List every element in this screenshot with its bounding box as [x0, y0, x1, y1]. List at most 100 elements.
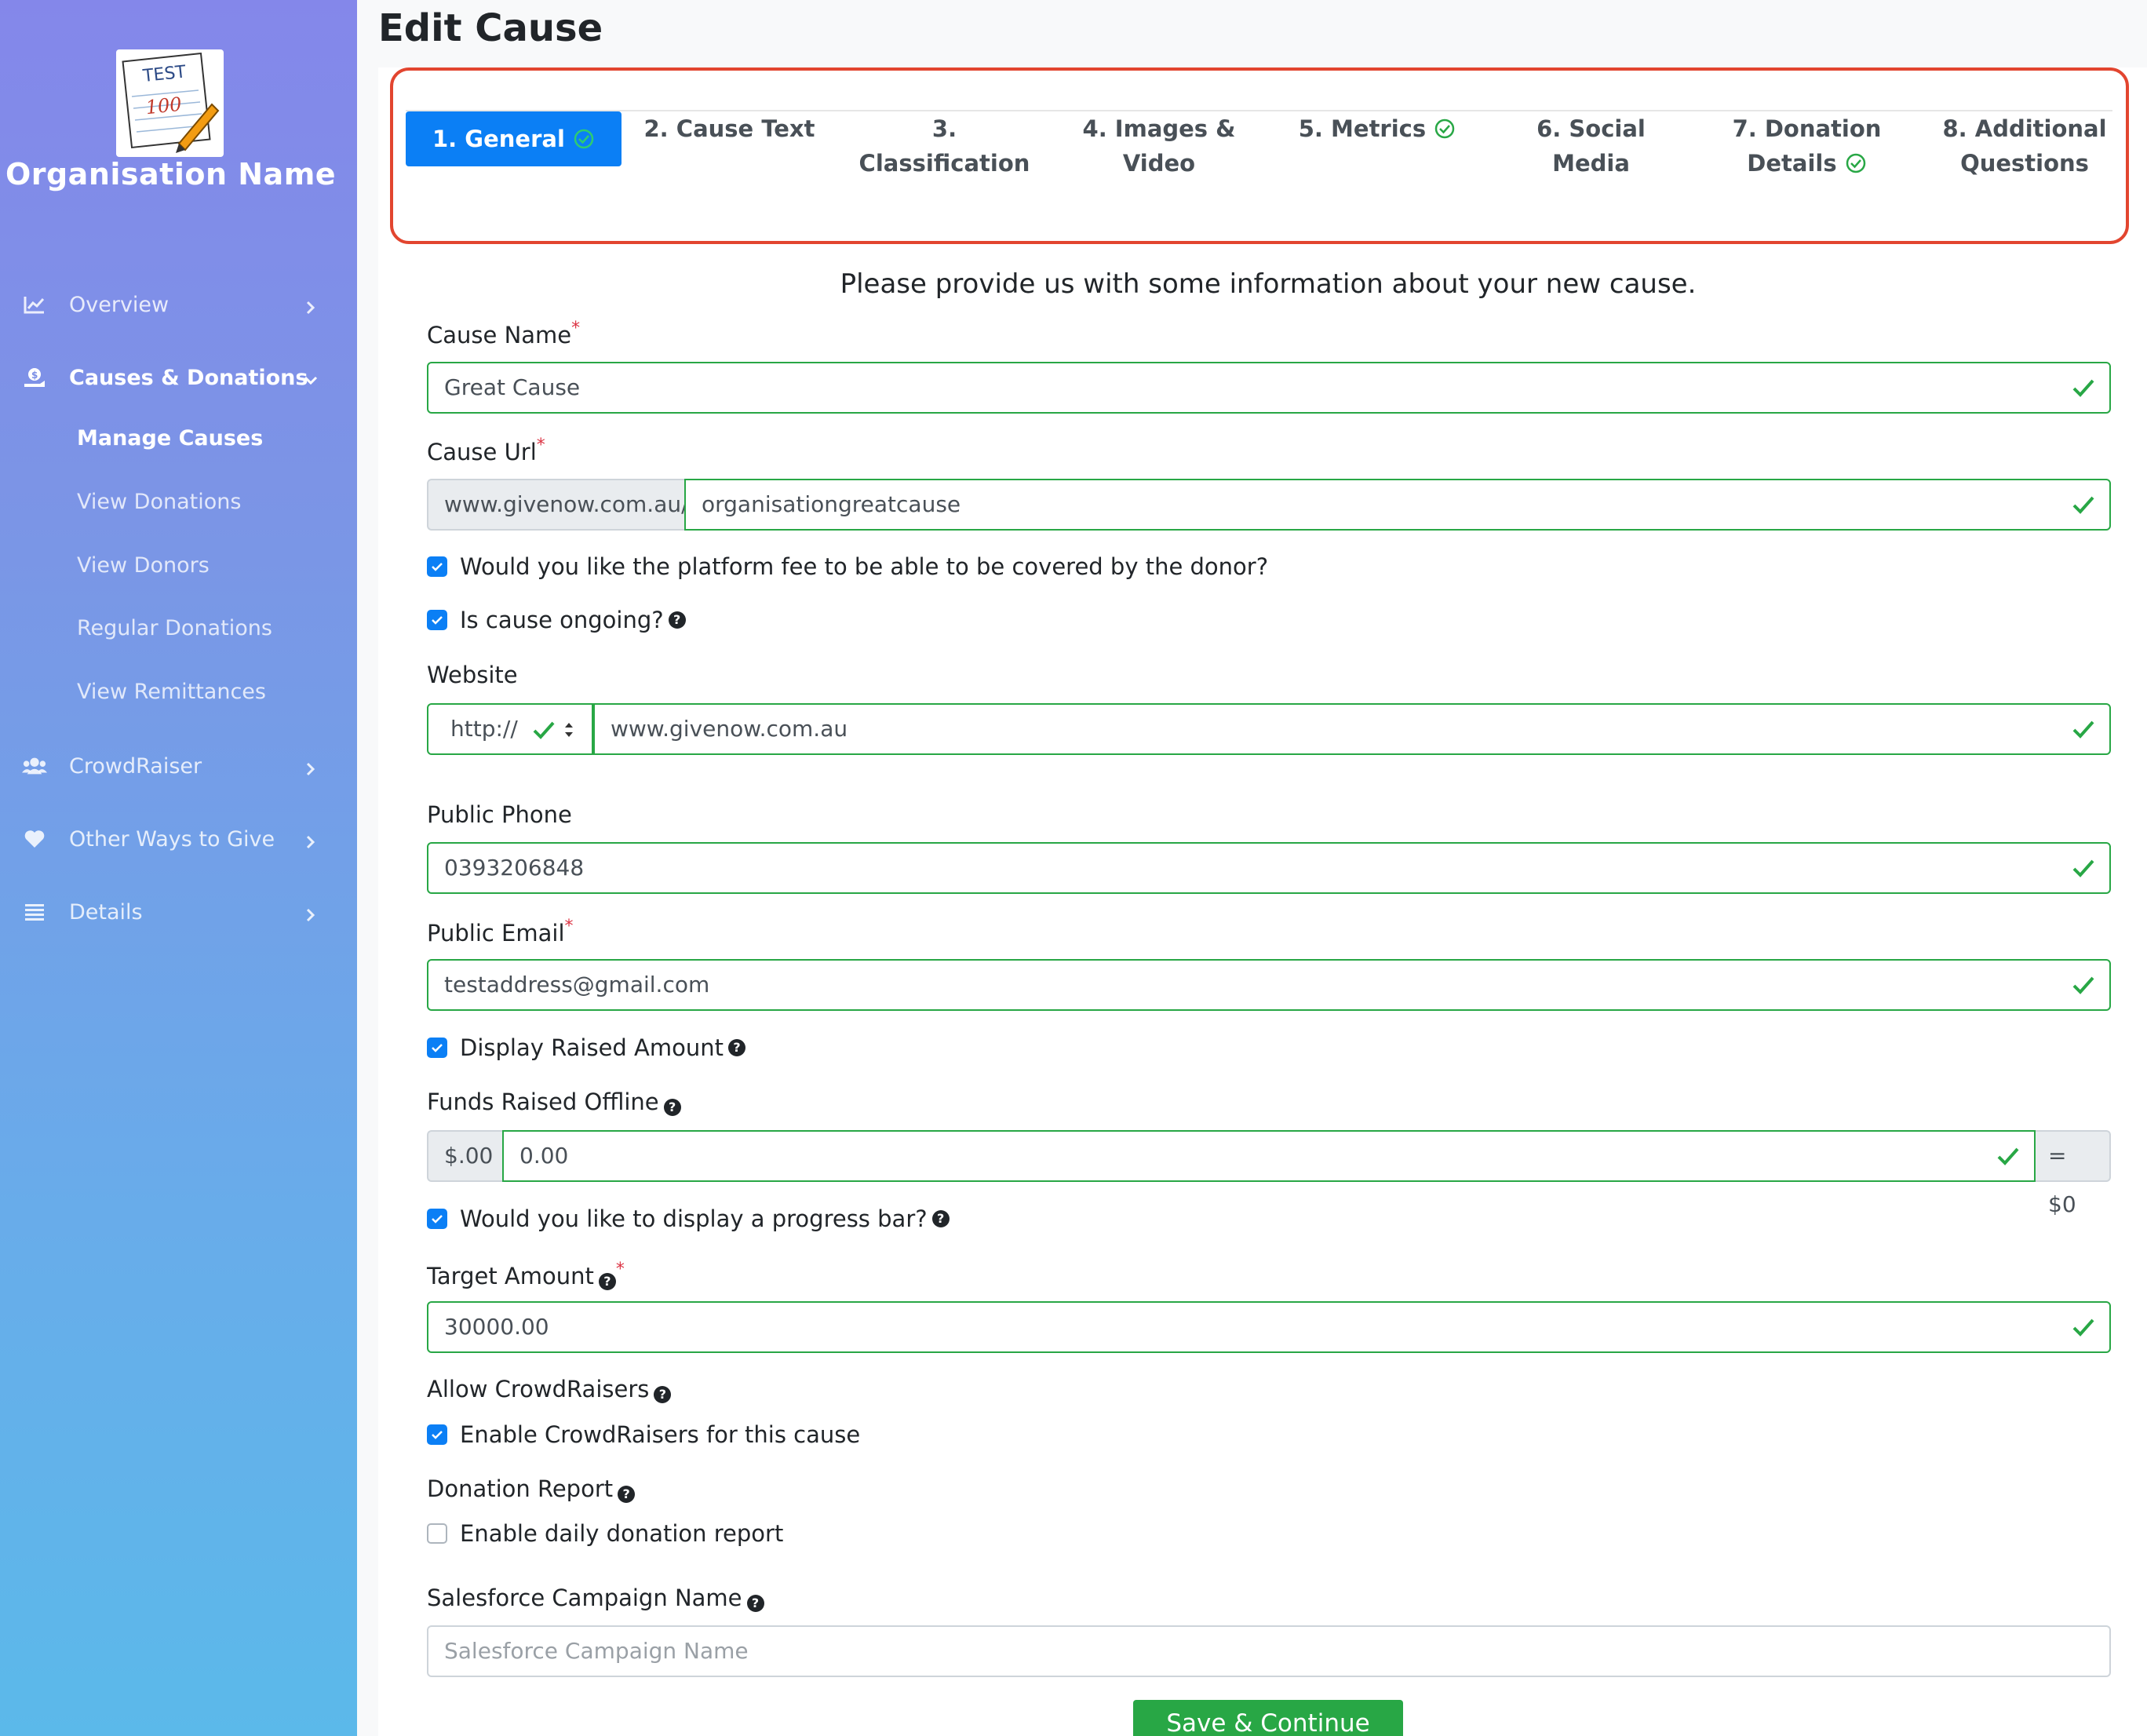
chevron-right-icon	[303, 297, 319, 315]
subnav-view-remittances[interactable]: View Remittances	[77, 680, 266, 704]
nav-other-ways-to-give[interactable]: Other Ways to Give	[0, 815, 357, 863]
chevron-down-icon	[303, 370, 319, 385]
valid-check-icon	[2072, 379, 2094, 397]
wizard-step-images-video[interactable]: 4. Images & Video	[1073, 111, 1245, 177]
form-card	[378, 67, 2147, 1736]
help-icon[interactable]: ?	[654, 1386, 672, 1403]
website-label: Website	[427, 662, 518, 688]
valid-check-icon	[2072, 720, 2094, 739]
sidebar: TEST 100 Organisation Name Overview $ Ca…	[0, 0, 357, 1736]
target-amount-input[interactable]: 30000.00	[427, 1301, 2111, 1353]
cause-name-input[interactable]: Great Cause	[427, 362, 2111, 414]
display-raised-checkbox-row[interactable]: Display Raised Amount ?	[427, 1034, 745, 1061]
platform-fee-checkbox-row[interactable]: Would you like the platform fee to be ab…	[427, 553, 1268, 580]
daily-report-checkbox[interactable]	[427, 1523, 447, 1544]
cause-name-label: Cause Name*	[427, 319, 580, 348]
help-icon[interactable]: ?	[663, 1099, 681, 1116]
help-icon[interactable]: ?	[746, 1595, 764, 1612]
wizard-step-donation-details[interactable]: 7. Donation Details	[1719, 111, 1895, 177]
website-value: www.givenow.com.au	[611, 716, 848, 742]
svg-text:$: $	[31, 370, 38, 381]
form-intro: Please provide us with some information …	[840, 268, 1697, 300]
cause-url-label-text: Cause Url	[427, 439, 537, 465]
nav-causes-donations-label: Causes & Donations	[69, 365, 308, 390]
hand-dollar-icon: $	[22, 365, 47, 390]
cause-url-prefix: www.givenow.com.au/	[427, 479, 689, 531]
salesforce-input[interactable]: Salesforce Campaign Name	[427, 1625, 2111, 1677]
website-protocol-select[interactable]: http://	[427, 703, 593, 755]
help-icon[interactable]: ?	[598, 1273, 616, 1290]
public-email-input[interactable]: testaddress@gmail.com	[427, 959, 2111, 1011]
required-asterisk: *	[615, 1260, 625, 1279]
wizard-step-general[interactable]: 1. General	[406, 111, 622, 166]
subnav-manage-causes[interactable]: Manage Causes	[77, 426, 263, 450]
check-circle-icon	[1434, 119, 1455, 139]
cause-url-value: organisationgreatcause	[702, 491, 961, 517]
nav-overview[interactable]: Overview	[0, 281, 357, 328]
cause-url-input[interactable]: organisationgreatcause	[684, 479, 2111, 531]
progress-bar-checkbox[interactable]	[427, 1209, 447, 1229]
target-amount-label: Target Amount ?*	[427, 1260, 625, 1290]
heart-icon	[22, 826, 47, 852]
ongoing-checkbox-row[interactable]: Is cause ongoing? ?	[427, 607, 686, 633]
subnav-view-donors[interactable]: View Donors	[77, 553, 210, 578]
funds-offline-value: 0.00	[519, 1143, 569, 1169]
display-raised-checkbox[interactable]	[427, 1038, 447, 1058]
salesforce-label: Salesforce Campaign Name?	[427, 1585, 764, 1612]
public-phone-value: 0393206848	[444, 855, 585, 881]
public-email-value: testaddress@gmail.com	[444, 972, 710, 997]
valid-check-icon	[2072, 859, 2094, 877]
website-input[interactable]: www.givenow.com.au	[593, 703, 2111, 755]
help-icon[interactable]: ?	[728, 1039, 745, 1056]
donation-report-label-text: Donation Report	[427, 1475, 614, 1502]
daily-report-label: Enable daily donation report	[460, 1520, 784, 1547]
funds-offline-input[interactable]: 0.00	[502, 1130, 2036, 1182]
valid-check-icon	[1997, 1147, 2019, 1165]
wizard-step-label: 7. Donation	[1732, 115, 1882, 142]
help-icon[interactable]: ?	[668, 611, 686, 629]
enable-crowdraisers-checkbox[interactable]	[427, 1424, 447, 1445]
help-icon[interactable]: ?	[618, 1486, 636, 1503]
target-amount-label-text: Target Amount	[427, 1263, 594, 1289]
save-continue-button[interactable]: Save & Continue	[1133, 1700, 1403, 1736]
help-icon[interactable]: ?	[931, 1210, 950, 1227]
enable-crowdraisers-label: Enable CrowdRaisers for this cause	[460, 1421, 861, 1448]
subnav-view-donations[interactable]: View Donations	[77, 490, 241, 514]
cause-name-value: Great Cause	[444, 374, 581, 400]
progress-bar-checkbox-row[interactable]: Would you like to display a progress bar…	[427, 1205, 950, 1232]
required-asterisk: *	[571, 319, 581, 338]
salesforce-placeholder: Salesforce Campaign Name	[444, 1638, 749, 1664]
nav-causes-donations[interactable]: $ Causes & Donations	[0, 354, 357, 401]
cause-url-label: Cause Url*	[427, 436, 545, 465]
nav-crowdraiser-label: CrowdRaiser	[69, 753, 202, 779]
wizard-step-label: 8. Additional	[1942, 115, 2107, 142]
enable-crowdraisers-checkbox-row[interactable]: Enable CrowdRaisers for this cause	[427, 1421, 860, 1448]
ongoing-checkbox[interactable]	[427, 610, 447, 630]
nav-overview-label: Overview	[69, 292, 170, 317]
svg-text:100: 100	[144, 93, 182, 119]
wizard-step-label: 4. Images &	[1082, 115, 1236, 142]
cause-name-label-text: Cause Name	[427, 322, 572, 348]
daily-report-checkbox-row[interactable]: Enable daily donation report	[427, 1520, 783, 1547]
wizard-step-classification[interactable]: 3. Classification	[848, 111, 1041, 177]
nav-crowdraiser[interactable]: CrowdRaiser	[0, 742, 357, 790]
nav-details[interactable]: Details	[0, 888, 357, 935]
public-phone-label: Public Phone	[427, 801, 572, 828]
valid-check-icon	[2072, 1318, 2094, 1337]
wizard-step-metrics[interactable]: 5. Metrics	[1287, 111, 1467, 168]
chevron-right-icon	[303, 831, 319, 849]
wizard-step-social-media[interactable]: 6. Social Media	[1495, 111, 1687, 177]
chevron-right-icon	[303, 758, 319, 776]
subnav-regular-donations[interactable]: Regular Donations	[77, 616, 272, 640]
salesforce-label-text: Salesforce Campaign Name	[427, 1585, 742, 1611]
ongoing-label: Is cause ongoing?	[460, 607, 664, 633]
platform-fee-label: Would you like the platform fee to be ab…	[460, 553, 1269, 580]
platform-fee-checkbox[interactable]	[427, 556, 447, 577]
organisation-logo[interactable]: TEST 100	[116, 49, 224, 157]
users-icon	[22, 753, 47, 779]
public-phone-input[interactable]: 0393206848	[427, 842, 2111, 894]
nav-other-ways-label: Other Ways to Give	[69, 826, 275, 852]
valid-check-icon	[2072, 496, 2094, 514]
wizard-step-additional-questions[interactable]: 8. Additional Questions	[1930, 111, 2119, 177]
wizard-step-cause-text[interactable]: 2. Cause Text	[641, 111, 818, 168]
